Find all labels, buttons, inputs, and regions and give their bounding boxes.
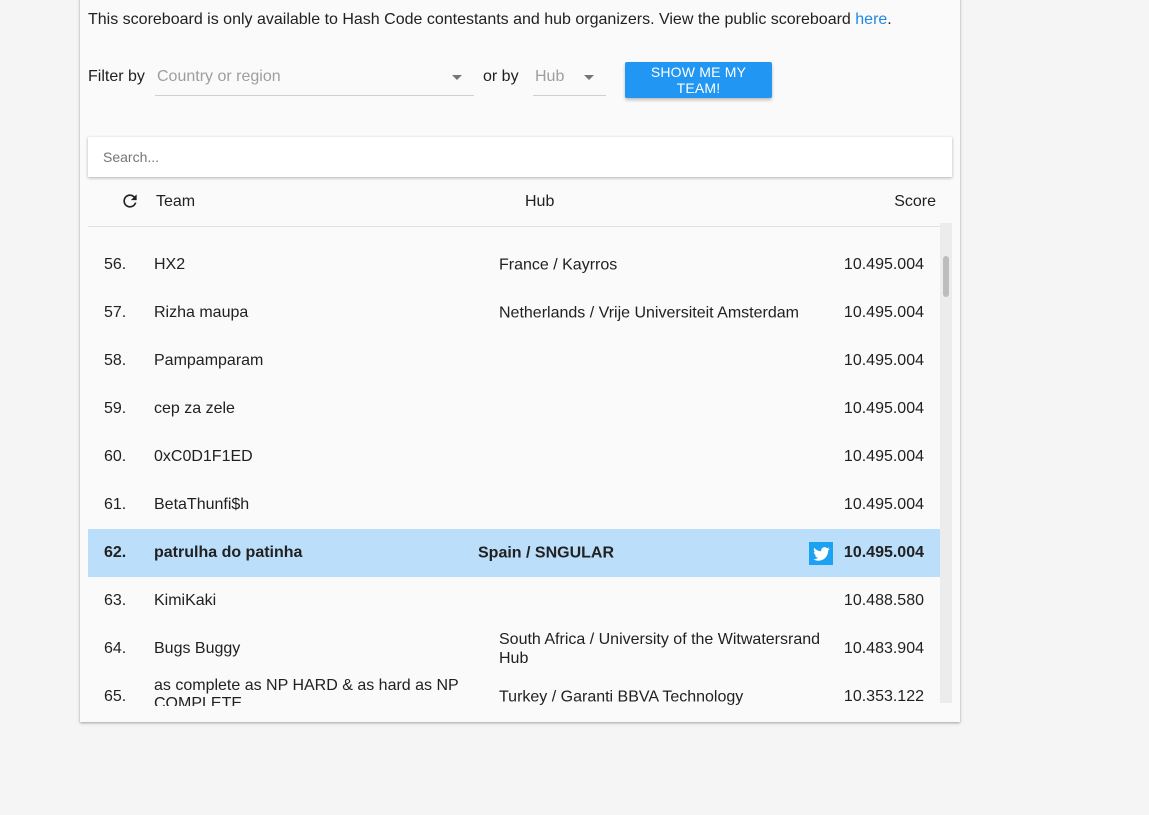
table-row[interactable]: 58. Pampamparam 10.495.004 bbox=[88, 337, 940, 385]
row-score: 10.495.004 bbox=[843, 304, 924, 321]
row-rank: 63. bbox=[104, 592, 127, 609]
hub-select[interactable]: Hub bbox=[533, 54, 606, 96]
filter-by-label: Filter by bbox=[88, 68, 145, 85]
row-team: BetaThunfi$h bbox=[154, 496, 250, 513]
row-score: 10.353.122 bbox=[843, 688, 924, 705]
row-hub: Turkey / Garanti BBVA Technology bbox=[499, 688, 744, 706]
country-select[interactable]: Country or region bbox=[155, 54, 474, 96]
country-select-placeholder: Country or region bbox=[157, 68, 281, 85]
row-team: Rizha maupa bbox=[154, 304, 249, 321]
twitter-icon[interactable] bbox=[809, 542, 833, 565]
or-by-label: or by bbox=[483, 68, 519, 85]
notice-text: This scoreboard is only available to Has… bbox=[88, 11, 856, 28]
row-score: 10.495.004 bbox=[843, 496, 924, 513]
row-score: 10.495.004 bbox=[843, 256, 924, 273]
row-score: 10.495.004 bbox=[843, 544, 924, 561]
row-hub: Netherlands / Vrije Universiteit Amsterd… bbox=[499, 304, 799, 322]
row-rank: 57. bbox=[104, 304, 127, 321]
row-team: cep za zele bbox=[154, 400, 235, 417]
row-score: 10.495.004 bbox=[843, 352, 924, 369]
row-rank: 56. bbox=[104, 256, 127, 273]
row-score: 10.488.580 bbox=[843, 592, 924, 609]
table-row[interactable]: 65. as complete as NP HARD & as hard as … bbox=[88, 673, 940, 706]
scrollbar-thumb[interactable] bbox=[943, 256, 949, 297]
row-hub: Spain / SNGULAR bbox=[478, 544, 615, 562]
scoreboard-table-body: 56. HX2 France / Kayrros 10.495.004 57. … bbox=[88, 227, 940, 706]
table-row[interactable]: 63. KimiKaki 10.488.580 bbox=[88, 577, 940, 625]
row-team: as complete as NP HARD & as hard as NP C… bbox=[154, 677, 459, 706]
notice-trailing: . bbox=[887, 11, 892, 28]
scoreboard-card: This scoreboard is only available to Has… bbox=[80, 0, 960, 722]
row-team: 0xC0D1F1ED bbox=[154, 448, 253, 465]
table-row[interactable]: 60. 0xC0D1F1ED 10.495.004 bbox=[88, 433, 940, 481]
row-score: 10.495.004 bbox=[843, 448, 924, 465]
chevron-down-icon bbox=[452, 75, 462, 80]
public-scoreboard-link[interactable]: here bbox=[855, 11, 887, 28]
header-score[interactable]: Score bbox=[894, 193, 936, 211]
table-header: Team Hub Score bbox=[88, 177, 952, 227]
table-row[interactable]: 57. Rizha maupa Netherlands / Vrije Univ… bbox=[88, 289, 940, 337]
refresh-icon[interactable] bbox=[120, 191, 140, 211]
chevron-down-icon bbox=[584, 75, 594, 80]
row-team: KimiKaki bbox=[154, 592, 217, 609]
header-team[interactable]: Team bbox=[156, 193, 195, 211]
row-rank: 61. bbox=[104, 496, 127, 513]
row-rank: 59. bbox=[104, 400, 127, 417]
row-hub: France / Kayrros bbox=[499, 256, 618, 274]
row-team: Pampamparam bbox=[154, 352, 264, 369]
table-row[interactable]: 56. HX2 France / Kayrros 10.495.004 bbox=[88, 241, 940, 289]
row-team: HX2 bbox=[154, 256, 186, 273]
table-row[interactable]: 59. cep za zele 10.495.004 bbox=[88, 385, 940, 433]
row-rank: 58. bbox=[104, 352, 127, 369]
row-rank: 65. bbox=[104, 688, 127, 705]
row-score: 10.483.904 bbox=[843, 640, 924, 657]
show-my-team-button[interactable]: SHOW ME MY TEAM! bbox=[625, 62, 772, 98]
row-rank: 64. bbox=[104, 640, 127, 657]
table-row[interactable]: 64. Bugs Buggy South Africa / University… bbox=[88, 625, 940, 673]
search-box bbox=[88, 137, 952, 177]
header-hub[interactable]: Hub bbox=[525, 193, 554, 211]
search-input[interactable] bbox=[88, 137, 952, 177]
hub-select-placeholder: Hub bbox=[535, 68, 565, 85]
row-team: Bugs Buggy bbox=[154, 640, 241, 657]
row-rank: 62. bbox=[104, 544, 127, 561]
table-row-my-team[interactable]: 62. patrulha do patinha Spain / SNGULAR … bbox=[88, 529, 940, 577]
scoreboard-notice: This scoreboard is only available to Has… bbox=[88, 11, 892, 29]
table-scrollbar[interactable] bbox=[940, 223, 952, 703]
row-team: patrulha do patinha bbox=[154, 544, 303, 561]
table-row[interactable]: 61. BetaThunfi$h 10.495.004 bbox=[88, 481, 940, 529]
row-hub: South Africa / University of the Witwate… bbox=[499, 631, 821, 667]
row-score: 10.495.004 bbox=[843, 400, 924, 417]
row-rank: 60. bbox=[104, 448, 127, 465]
